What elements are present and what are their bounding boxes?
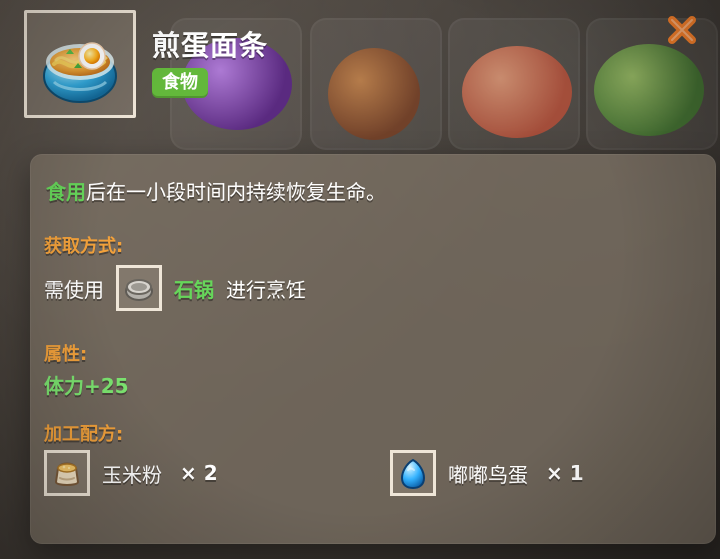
ingredient-name: 玉米粉 [102, 462, 162, 487]
tool-name[interactable]: 石锅 [174, 274, 214, 303]
ingredient-qty: × 2 [180, 461, 218, 485]
item-description: 食用后在一小段时间内持续恢复生命。 [46, 176, 386, 205]
ingredient-qty: × 1 [546, 461, 584, 485]
recipe-ingredient-row: 玉米粉 × 2 [44, 448, 218, 498]
item-header: 煎蛋面条 食物 [24, 10, 704, 126]
item-title: 煎蛋面条 [152, 29, 269, 62]
description-text: 后在一小段时间内持续恢复生命。 [86, 180, 386, 204]
acquire-row: 需使用 石锅 进行烹饪 [44, 264, 306, 312]
acquire-section-label: 获取方式: [44, 236, 124, 257]
ingredient-name: 嘟嘟鸟蛋 [448, 462, 528, 487]
noodle-bowl-icon [43, 42, 117, 103]
description-highlight: 食用 [46, 180, 86, 204]
category-tag: 食物 [152, 68, 208, 98]
close-icon [668, 16, 696, 44]
item-icon-frame [24, 10, 136, 118]
attribute-value: 体力+25 [44, 374, 129, 398]
attributes-section-label: 属性: [44, 344, 88, 365]
tool-icon-frame[interactable] [116, 265, 162, 311]
recipe-section-label: 加工配方: [44, 424, 124, 445]
ingredient-icon-frame[interactable] [44, 450, 90, 496]
blue-egg-icon [400, 458, 426, 490]
acquire-suffix: 进行烹饪 [226, 277, 306, 302]
acquire-prefix: 需使用 [44, 277, 104, 302]
cornmeal-sack-icon [54, 462, 80, 486]
ingredient-icon-frame[interactable] [390, 450, 436, 496]
close-button[interactable] [662, 10, 702, 50]
recipe-ingredient-row: 嘟嘟鸟蛋 × 1 [390, 448, 584, 498]
stone-pot-icon [125, 279, 153, 301]
